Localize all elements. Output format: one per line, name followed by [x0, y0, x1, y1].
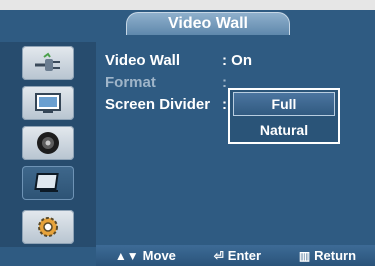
setting-screen-divider[interactable]: Screen Divider : — [105, 96, 227, 113]
speaker-icon — [37, 132, 59, 154]
dropdown-option-natural[interactable]: Natural — [233, 118, 335, 142]
up-down-arrow-icon: ▲▼ — [114, 248, 139, 263]
picture-icon — [35, 93, 61, 113]
osd-menu-panel: Video Wall Video Wall: On Format: Scre… — [0, 10, 375, 266]
sidebar-item-sound[interactable] — [22, 126, 74, 160]
setting-value: : — [222, 74, 227, 91]
setting-format[interactable]: Format : — [105, 74, 227, 91]
format-dropdown[interactable]: Full Natural — [228, 88, 340, 144]
enter-label: Enter — [227, 248, 262, 263]
footer-hints: ▲▼ Move ⏎ Enter ▥ Return — [96, 245, 375, 266]
sidebar-item-function[interactable] — [22, 210, 74, 244]
screen-icon — [34, 173, 59, 192]
gear-icon — [38, 217, 58, 237]
settings-panel: Video Wall : On Format : Screen Divider … — [96, 42, 375, 247]
setting-value: : On — [222, 52, 252, 69]
setting-label: Video Wall — [105, 52, 181, 69]
setting-label: Screen Divider — [105, 96, 211, 113]
setting-value: : — [222, 96, 227, 113]
dropdown-option-full[interactable]: Full — [233, 92, 335, 116]
setting-label: Format — [105, 74, 156, 91]
return-hint: ▥ Return — [299, 248, 356, 263]
setting-video-wall[interactable]: Video Wall : On — [105, 52, 252, 69]
top-strip — [0, 0, 375, 10]
move-label: Move — [142, 248, 176, 263]
move-hint: ▲▼ Move — [115, 248, 176, 263]
menu-title: Video Wall — [126, 12, 290, 35]
plug-icon — [35, 52, 60, 71]
sidebar-item-input[interactable] — [22, 46, 74, 80]
enter-hint: ⏎ Enter — [214, 248, 261, 263]
return-icon: ▥ — [298, 248, 311, 263]
sidebar — [0, 42, 96, 247]
sidebar-item-setup[interactable] — [22, 166, 74, 200]
sidebar-item-picture[interactable] — [22, 86, 74, 120]
enter-icon: ⏎ — [213, 248, 224, 263]
return-label: Return — [314, 248, 357, 263]
